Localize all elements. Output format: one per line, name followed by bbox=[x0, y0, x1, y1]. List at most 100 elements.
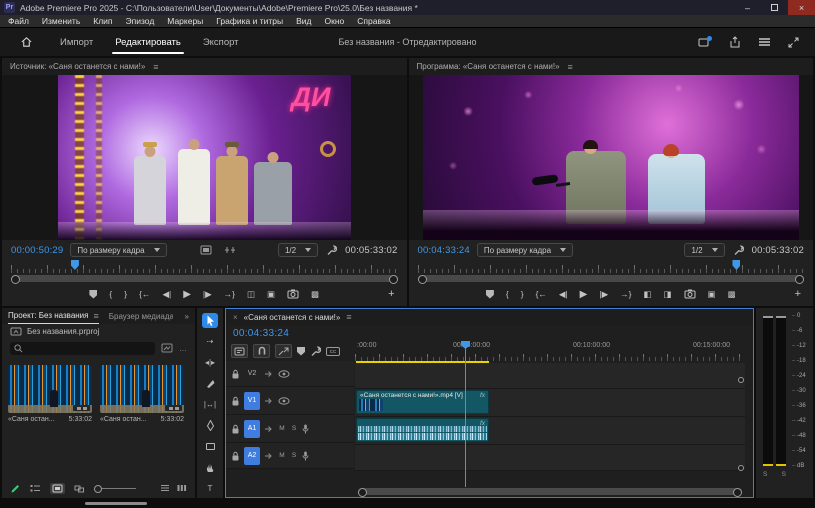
overwrite-icon[interactable]: ▣ bbox=[267, 289, 275, 300]
project-writable-icon[interactable] bbox=[10, 483, 21, 494]
button-editor-icon[interactable]: + bbox=[795, 288, 801, 300]
menu-file[interactable]: Файл bbox=[8, 16, 29, 26]
home-icon[interactable] bbox=[20, 36, 33, 48]
program-zoom-scrollbar[interactable] bbox=[418, 275, 805, 282]
program-panel-menu-icon[interactable]: ≡ bbox=[568, 62, 573, 72]
list-view-icon[interactable] bbox=[30, 484, 41, 493]
track-header-v1[interactable]: V1 bbox=[226, 387, 354, 415]
compare-view-icon[interactable]: ▣ bbox=[708, 289, 716, 300]
icon-view-icon[interactable] bbox=[50, 483, 65, 494]
play-icon[interactable]: ▶ bbox=[183, 289, 191, 300]
program-resolution-select[interactable]: 1/2 bbox=[684, 243, 724, 257]
go-to-out-icon[interactable]: →} bbox=[620, 289, 631, 299]
tab-overflow-icon[interactable]: » bbox=[185, 312, 189, 321]
menu-sequence[interactable]: Эпизод bbox=[126, 16, 155, 26]
hand-tool[interactable] bbox=[202, 460, 218, 475]
button-editor-icon[interactable]: + bbox=[388, 288, 394, 300]
solo-button[interactable]: S bbox=[290, 425, 298, 432]
close-button[interactable]: × bbox=[788, 0, 815, 15]
step-forward-icon[interactable]: |▶ bbox=[599, 289, 608, 300]
play-icon[interactable]: ▶ bbox=[580, 289, 588, 300]
search-filter-icon[interactable] bbox=[161, 343, 173, 353]
track-header-a1[interactable]: A1 M S bbox=[226, 415, 354, 443]
menu-edit[interactable]: Изменить bbox=[42, 16, 80, 26]
linked-selection-icon[interactable] bbox=[275, 344, 292, 358]
settings-icon[interactable] bbox=[200, 245, 212, 255]
source-current-timecode[interactable]: 00:00:50:29 bbox=[11, 245, 63, 256]
meter-solo-right[interactable]: S bbox=[782, 471, 786, 478]
share-icon[interactable] bbox=[729, 36, 741, 48]
search-input[interactable] bbox=[10, 342, 155, 355]
tab-edit[interactable]: Редактировать bbox=[104, 28, 192, 56]
multicam-icon[interactable]: ▩ bbox=[311, 289, 319, 300]
export-frame-icon[interactable] bbox=[287, 289, 299, 299]
timeline-playhead-line[interactable] bbox=[465, 347, 466, 487]
lane-a1[interactable]: fx bbox=[355, 417, 745, 445]
insert-icon[interactable]: ◫ bbox=[247, 289, 255, 300]
nest-toggle-icon[interactable] bbox=[231, 344, 248, 358]
selection-tool[interactable] bbox=[202, 313, 218, 328]
lift-icon[interactable]: ◧ bbox=[643, 289, 651, 300]
add-marker-icon[interactable] bbox=[89, 290, 97, 299]
pen-tool[interactable] bbox=[202, 418, 218, 433]
mark-in-icon[interactable]: { bbox=[109, 289, 112, 299]
lane-v2[interactable] bbox=[355, 363, 745, 389]
menu-window[interactable]: Окно bbox=[324, 16, 344, 26]
source-zoom-select[interactable]: По размеру кадра bbox=[70, 243, 166, 257]
lane-v1[interactable]: «Саня останется с нами!».mp4 [V] fx bbox=[355, 389, 745, 417]
mark-out-icon[interactable]: } bbox=[521, 289, 524, 299]
clip-thumbnail[interactable] bbox=[8, 365, 92, 413]
meter-solo-left[interactable]: S bbox=[763, 471, 767, 478]
sort-icon[interactable] bbox=[160, 484, 170, 492]
thumbnail-zoom-slider[interactable] bbox=[94, 488, 136, 489]
clip-item[interactable]: «Саня остан... 5:33:02 bbox=[100, 365, 184, 423]
go-to-in-icon[interactable]: {← bbox=[536, 289, 547, 299]
minimize-button[interactable]: – bbox=[734, 0, 761, 15]
mute-button[interactable]: M bbox=[278, 452, 286, 459]
project-breadcrumb[interactable]: Без названия.prproj bbox=[2, 324, 195, 339]
go-to-in-icon[interactable]: {← bbox=[139, 289, 150, 299]
menu-view[interactable]: Вид bbox=[296, 16, 311, 26]
snap-icon[interactable] bbox=[253, 344, 270, 358]
step-back-icon[interactable]: ◀| bbox=[559, 289, 568, 300]
more-options-icon[interactable]: … bbox=[179, 344, 187, 353]
program-current-timecode[interactable]: 00:04:33:24 bbox=[418, 245, 470, 256]
add-marker-icon[interactable] bbox=[486, 290, 494, 299]
audio-clip[interactable]: fx bbox=[356, 418, 489, 442]
fullscreen-icon[interactable] bbox=[788, 37, 799, 48]
source-panel-menu-icon[interactable]: ≡ bbox=[153, 62, 158, 72]
export-frame-icon[interactable] bbox=[684, 289, 696, 299]
tab-media-browser[interactable]: Браузер медиаданных bbox=[109, 312, 173, 321]
clip-thumbnail[interactable] bbox=[100, 365, 184, 413]
menu-clip[interactable]: Клип bbox=[93, 16, 112, 26]
step-forward-icon[interactable]: |▶ bbox=[203, 289, 212, 300]
tab-export[interactable]: Экспорт bbox=[192, 28, 250, 56]
timeline-current-timecode[interactable]: 00:04:33:24 bbox=[226, 325, 354, 341]
quick-export-icon[interactable] bbox=[698, 36, 712, 48]
vertical-scroll-knob[interactable] bbox=[738, 465, 744, 471]
solo-button[interactable]: S bbox=[290, 452, 298, 459]
timeline-horizontal-scrollbar[interactable] bbox=[358, 488, 742, 495]
type-tool[interactable]: T bbox=[202, 481, 218, 496]
workspaces-icon[interactable] bbox=[758, 37, 771, 47]
track-select-forward-tool[interactable]: ⇢ bbox=[202, 334, 218, 349]
go-to-out-icon[interactable]: →} bbox=[224, 289, 235, 299]
menu-help[interactable]: Справка bbox=[357, 16, 390, 26]
extract-icon[interactable]: ◨ bbox=[664, 289, 672, 300]
bottom-scrollbar[interactable] bbox=[85, 502, 147, 505]
track-target-v1[interactable]: V1 bbox=[244, 392, 260, 410]
step-back-icon[interactable]: ◀| bbox=[162, 289, 171, 300]
video-clip[interactable]: «Саня останется с нами!».mp4 [V] fx bbox=[356, 390, 489, 414]
menu-markers[interactable]: Маркеры bbox=[167, 16, 203, 26]
mark-in-icon[interactable]: { bbox=[506, 289, 509, 299]
close-sequence-icon[interactable]: × bbox=[233, 313, 238, 322]
slip-tool[interactable]: |↔| bbox=[202, 397, 218, 412]
timeline-panel-menu-icon[interactable]: ≡ bbox=[346, 312, 351, 322]
clip-item[interactable]: «Саня остан... 5:33:02 bbox=[8, 365, 92, 423]
tab-project[interactable]: Проект: Без названия ≡ bbox=[8, 308, 99, 324]
vertical-scroll-knob[interactable] bbox=[738, 377, 744, 383]
captions-icon[interactable]: CC bbox=[326, 347, 340, 356]
track-target-a1[interactable]: A1 bbox=[244, 420, 260, 438]
freeform-view-icon[interactable] bbox=[74, 484, 85, 493]
dual-view-icon[interactable] bbox=[224, 245, 236, 255]
